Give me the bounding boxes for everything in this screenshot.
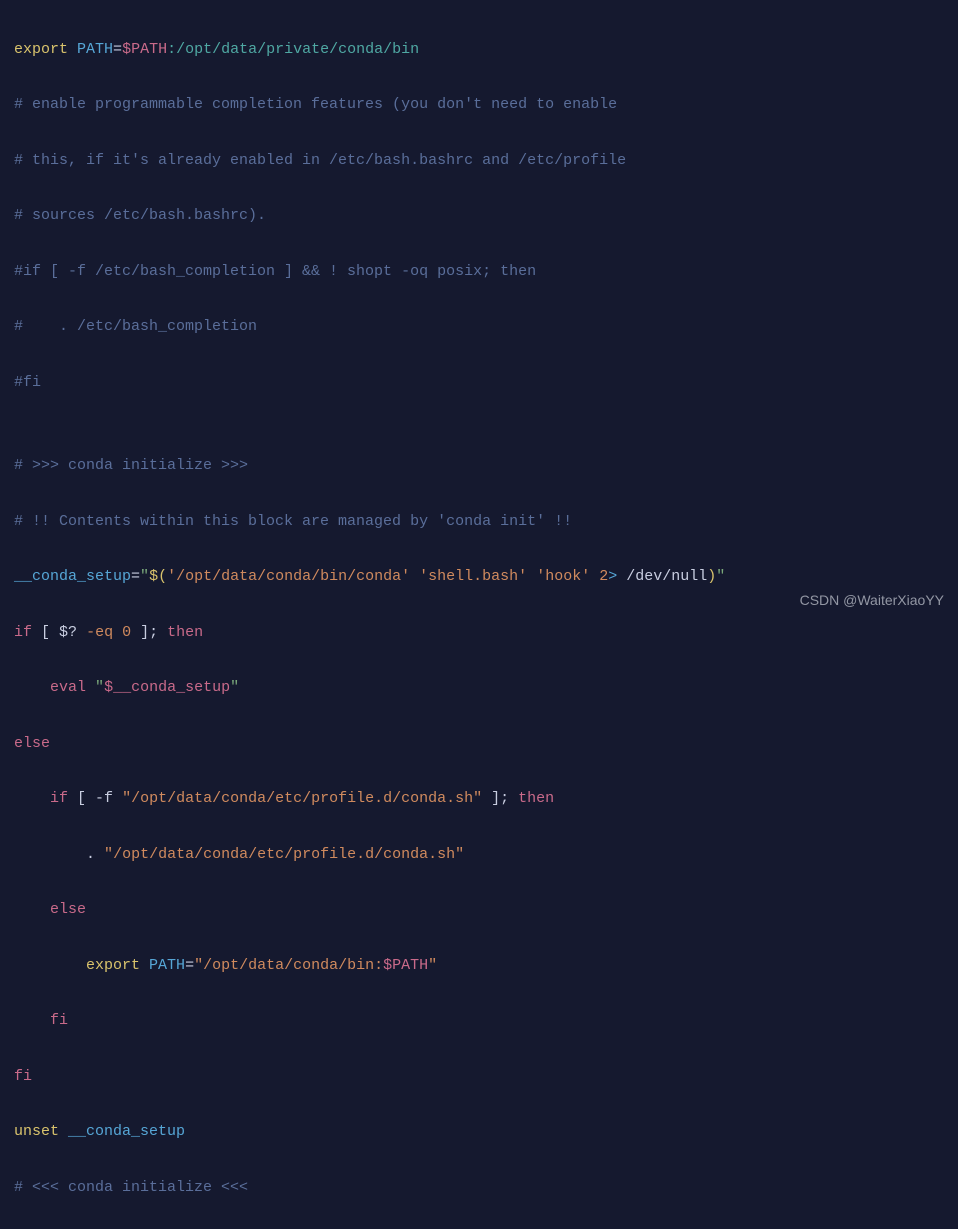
variable-path: PATH bbox=[149, 957, 185, 974]
code-line: export PATH="/opt/data/conda/bin:$PATH" bbox=[14, 952, 944, 980]
string-quote: " bbox=[428, 957, 437, 974]
flag: -f bbox=[95, 790, 122, 807]
code-line: __conda_setup="$('/opt/data/conda/bin/co… bbox=[14, 563, 944, 591]
variable-name: __conda_setup bbox=[68, 1123, 185, 1140]
code-block: export PATH=$PATH:/opt/data/private/cond… bbox=[14, 8, 944, 1229]
keyword-then: then bbox=[518, 790, 554, 807]
code-comment: #fi bbox=[14, 369, 944, 397]
test-bracket: [ bbox=[68, 790, 95, 807]
code-line: unset __conda_setup bbox=[14, 1118, 944, 1146]
code-comment: # <<< conda initialize <<< bbox=[14, 1174, 944, 1202]
code-line: export PATH=$PATH:/opt/data/private/cond… bbox=[14, 36, 944, 64]
code-line: eval "$__conda_setup" bbox=[14, 674, 944, 702]
variable-expansion: __conda_setup bbox=[113, 679, 230, 696]
equals-sign: = bbox=[113, 41, 122, 58]
code-comment: # sources /etc/bash.bashrc). bbox=[14, 202, 944, 230]
string-quote: " bbox=[140, 568, 149, 585]
keyword-if: if bbox=[14, 624, 32, 641]
path-string: /opt/data/conda/bin: bbox=[203, 957, 383, 974]
variable-path: PATH bbox=[77, 41, 113, 58]
code-line: else bbox=[14, 896, 944, 924]
equals-sign: = bbox=[131, 568, 140, 585]
string-quote: " bbox=[104, 846, 113, 863]
code-line: fi bbox=[14, 1007, 944, 1035]
code-line: fi bbox=[14, 1063, 944, 1091]
number-literal: 2 bbox=[599, 568, 608, 585]
test-bracket: ]; bbox=[482, 790, 518, 807]
variable-expansion: $ bbox=[104, 679, 113, 696]
string-quote: " bbox=[716, 568, 725, 585]
keyword-export: export bbox=[86, 957, 140, 974]
string-quote: " bbox=[473, 790, 482, 807]
keyword-export: export bbox=[14, 41, 68, 58]
string-quote: " bbox=[230, 679, 239, 696]
number-literal: 0 bbox=[122, 624, 131, 641]
path-literal: : bbox=[167, 41, 176, 58]
keyword-fi: fi bbox=[14, 1068, 32, 1085]
variable-name: __conda_setup bbox=[14, 568, 131, 585]
source-operator: . bbox=[86, 846, 95, 863]
redirect-operator: > bbox=[608, 568, 617, 585]
dev-null: /dev/null bbox=[626, 568, 707, 585]
keyword-fi: fi bbox=[50, 1012, 68, 1029]
command-substitution: $( bbox=[149, 568, 167, 585]
path-string: /opt/data/conda/etc/profile.d/conda.sh bbox=[131, 790, 473, 807]
string-literal: 'shell.bash' bbox=[419, 568, 527, 585]
code-comment: # . /etc/bash_completion bbox=[14, 313, 944, 341]
string-quote: " bbox=[455, 846, 464, 863]
dollar-sign: $ bbox=[59, 624, 68, 641]
close-paren: ) bbox=[707, 568, 716, 585]
keyword-else: else bbox=[50, 901, 86, 918]
exit-status: ? bbox=[68, 624, 77, 641]
code-line: . "/opt/data/conda/etc/profile.d/conda.s… bbox=[14, 841, 944, 869]
keyword-eval: eval bbox=[50, 679, 86, 696]
variable-value: $PATH bbox=[122, 41, 167, 58]
code-comment: #if [ -f /etc/bash_completion ] && ! sho… bbox=[14, 258, 944, 286]
code-line: if [ -f "/opt/data/conda/etc/profile.d/c… bbox=[14, 785, 944, 813]
variable-expansion: $PATH bbox=[383, 957, 428, 974]
keyword-if: if bbox=[50, 790, 68, 807]
code-comment: # enable programmable completion feature… bbox=[14, 91, 944, 119]
path-literal: /opt/data/private/conda/bin bbox=[176, 41, 419, 58]
code-line: if [ $? -eq 0 ]; then bbox=[14, 619, 944, 647]
keyword-unset: unset bbox=[14, 1123, 59, 1140]
string-quote: " bbox=[122, 790, 131, 807]
string-literal: '/opt/data/conda/bin/conda' bbox=[167, 568, 410, 585]
code-comment: # this, if it's already enabled in /etc/… bbox=[14, 147, 944, 175]
string-quote: " bbox=[194, 957, 203, 974]
watermark-text: CSDN @WaiterXiaoYY bbox=[800, 588, 944, 614]
keyword-else: else bbox=[14, 735, 50, 752]
test-bracket: [ bbox=[32, 624, 59, 641]
keyword-then: then bbox=[167, 624, 203, 641]
string-quote: " bbox=[95, 679, 104, 696]
path-string: /opt/data/conda/etc/profile.d/conda.sh bbox=[113, 846, 455, 863]
test-bracket: ]; bbox=[131, 624, 167, 641]
code-comment: # >>> conda initialize >>> bbox=[14, 452, 944, 480]
code-line: else bbox=[14, 730, 944, 758]
string-literal: 'hook' bbox=[536, 568, 590, 585]
code-comment: # !! Contents within this block are mana… bbox=[14, 508, 944, 536]
comparison-operator: -eq bbox=[77, 624, 122, 641]
equals-sign: = bbox=[185, 957, 194, 974]
